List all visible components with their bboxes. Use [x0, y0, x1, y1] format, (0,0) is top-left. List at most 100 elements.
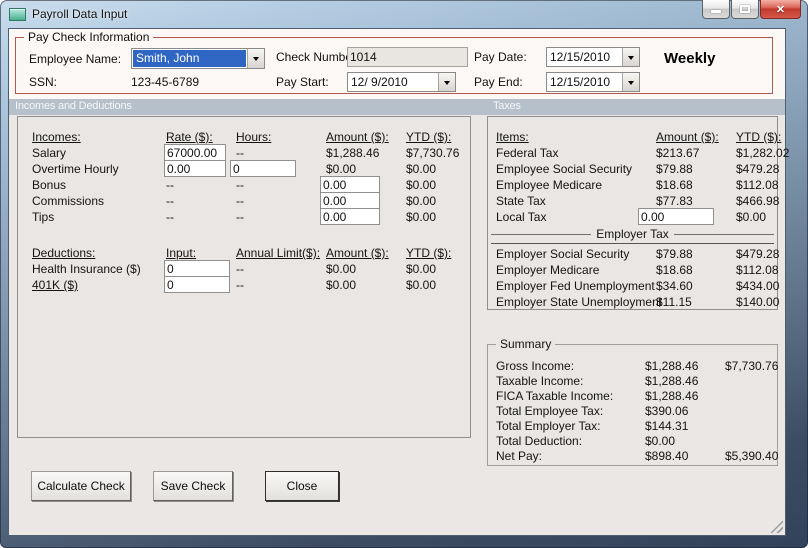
income-row-overtime: Overtime Hourly $0.00 $0.00 [18, 160, 470, 177]
summary-row-net-pay: Net Pay: $898.40 $5,390.40 [488, 448, 779, 464]
ssn-label: SSN: [29, 75, 58, 89]
pay-date-value: 12/15/2010 [550, 50, 611, 64]
local-tax-input[interactable] [638, 208, 714, 225]
employee-name-value: Smith, John [133, 50, 246, 67]
chevron-down-icon[interactable] [247, 49, 264, 68]
row-label: Tips [32, 210, 55, 224]
annual-limit-header: Annual Limit($): [236, 246, 321, 260]
chevron-down-icon[interactable] [438, 73, 455, 91]
incomes-deductions-panel: Incomes: Rate ($): Hours: Amount ($): YT… [17, 116, 471, 438]
maximize-icon [740, 5, 750, 13]
taxes-panel: Items: Amount ($): YTD ($): Federal Tax … [487, 116, 789, 310]
employer-tax-label: Employer Tax [596, 227, 669, 241]
row-amount: $79.88 [656, 162, 693, 176]
tax-row-employer-state-unemployment: Employer State Unemployment $11.15 $140.… [488, 294, 780, 310]
titlebar[interactable]: Payroll Data Input ✕ [0, 0, 808, 28]
pay-start-label: Pay Start: [276, 75, 329, 89]
client-area: Pay Check Information Employee Name: Smi… [8, 28, 789, 536]
row-label: Employee Medicare [496, 178, 603, 192]
row-ytd: $479.28 [736, 247, 780, 261]
row-rate: -- [166, 210, 174, 224]
row-label: Employer Social Security [496, 247, 630, 261]
employee-name-combobox[interactable]: Smith, John [131, 48, 265, 69]
tips-amount-input[interactable] [320, 208, 380, 225]
row-label: Local Tax [496, 210, 547, 224]
row-label: State Tax [496, 194, 546, 208]
row-label: Overtime Hourly [32, 162, 119, 176]
pay-end-datepicker[interactable]: 12/15/2010 [546, 72, 640, 92]
summary-row-total-employee-tax: Total Employee Tax: $390.06 [488, 403, 777, 419]
pay-start-datepicker[interactable]: 12/ 9/2010 [347, 72, 456, 92]
window-title: Payroll Data Input [32, 7, 128, 21]
row-ytd: $0.00 [406, 210, 437, 224]
ytd-header: YTD ($): [736, 130, 782, 144]
pay-date-datepicker[interactable]: 12/15/2010 [546, 47, 640, 67]
minimize-button[interactable] [702, 0, 730, 19]
ytd-header: YTD ($): [406, 130, 452, 144]
row-ytd: $0.00 [406, 194, 437, 208]
employee-name-label: Employee Name: [29, 52, 122, 66]
summary-legend: Summary [496, 337, 556, 351]
payroll-window: Payroll Data Input ✕ Pay Check Informati… [0, 0, 808, 548]
row-label: Commissions [32, 194, 105, 208]
tax-row-employer-ss: Employer Social Security $79.88 $479.28 [488, 246, 780, 262]
close-form-button[interactable]: Close [265, 471, 339, 501]
row-label: Net Pay: [496, 449, 543, 463]
row-label: Bonus [32, 178, 67, 192]
row-label: Employer Fed Unemployment [496, 279, 655, 293]
overtime-hours-input[interactable] [230, 160, 296, 177]
calculate-check-button[interactable]: Calculate Check [31, 471, 131, 501]
row-label: Health Insurance ($) [32, 262, 141, 276]
401k-input[interactable] [164, 276, 230, 293]
incomes-header-row: Incomes: Rate ($): Hours: Amount ($): YT… [18, 129, 470, 145]
resize-grip-icon[interactable] [767, 517, 783, 533]
summary-row-total-deduction: Total Deduction: $0.00 [488, 433, 777, 449]
row-ytd: $140.00 [736, 295, 780, 309]
row-amount: $1,288.46 [326, 146, 380, 160]
employer-tax-caption: Employer Tax [491, 226, 775, 242]
row-ytd: $7,730.76 [725, 359, 779, 373]
amount-header: Amount ($): [656, 130, 719, 144]
row-hours: -- [236, 194, 244, 208]
minimize-icon [711, 10, 721, 13]
row-ytd: $466.98 [736, 194, 780, 208]
maximize-button[interactable] [731, 0, 759, 19]
row-amount: $1,288.46 [645, 389, 699, 403]
paycheck-groupbox-legend: Pay Check Information [24, 30, 154, 44]
row-rate: -- [166, 178, 174, 192]
health-insurance-input[interactable] [164, 260, 230, 277]
tax-row-employee-medicare: Employee Medicare $18.68 $112.08 [488, 177, 779, 193]
salary-rate-input[interactable] [164, 144, 226, 161]
summary-row-fica: FICA Taxable Income: $1,288.46 [488, 388, 777, 404]
row-hours: -- [236, 146, 244, 160]
section-band: Incomes and Deductions Taxes [9, 99, 785, 115]
deduction-row-401k: 401K ($) -- $0.00 $0.00 [18, 276, 470, 293]
divider [491, 233, 592, 235]
check-number-input[interactable] [347, 47, 468, 67]
save-check-button[interactable]: Save Check [153, 471, 233, 501]
chevron-down-icon[interactable] [622, 48, 639, 66]
close-button[interactable]: ✕ [760, 0, 801, 19]
row-label: Employee Social Security [496, 162, 633, 176]
row-ytd: $479.28 [736, 162, 780, 176]
deductions-header: Deductions: [32, 246, 96, 260]
incomes-header: Incomes: [32, 130, 81, 144]
row-amount: $144.31 [645, 419, 689, 433]
chevron-down-icon[interactable] [622, 73, 639, 91]
row-amount: $0.00 [645, 434, 676, 448]
commissions-amount-input[interactable] [320, 192, 380, 209]
row-limit: -- [236, 262, 244, 276]
row-ytd: $0.00 [736, 210, 767, 224]
overtime-rate-input[interactable] [164, 160, 226, 177]
row-ytd: $0.00 [406, 278, 437, 292]
row-label-401k-link[interactable]: 401K ($) [32, 277, 78, 293]
bonus-amount-input[interactable] [320, 176, 380, 193]
tax-row-state: State Tax $77.83 $466.98 [488, 193, 780, 209]
row-ytd: $0.00 [406, 262, 437, 276]
row-amount: $18.68 [656, 178, 693, 192]
row-label: Salary [32, 146, 67, 160]
income-row-commissions: Commissions -- -- $0.00 [18, 192, 470, 209]
row-ytd: $5,390.40 [725, 449, 779, 463]
income-row-tips: Tips -- -- $0.00 [18, 208, 470, 225]
row-amount: $898.40 [645, 449, 689, 463]
